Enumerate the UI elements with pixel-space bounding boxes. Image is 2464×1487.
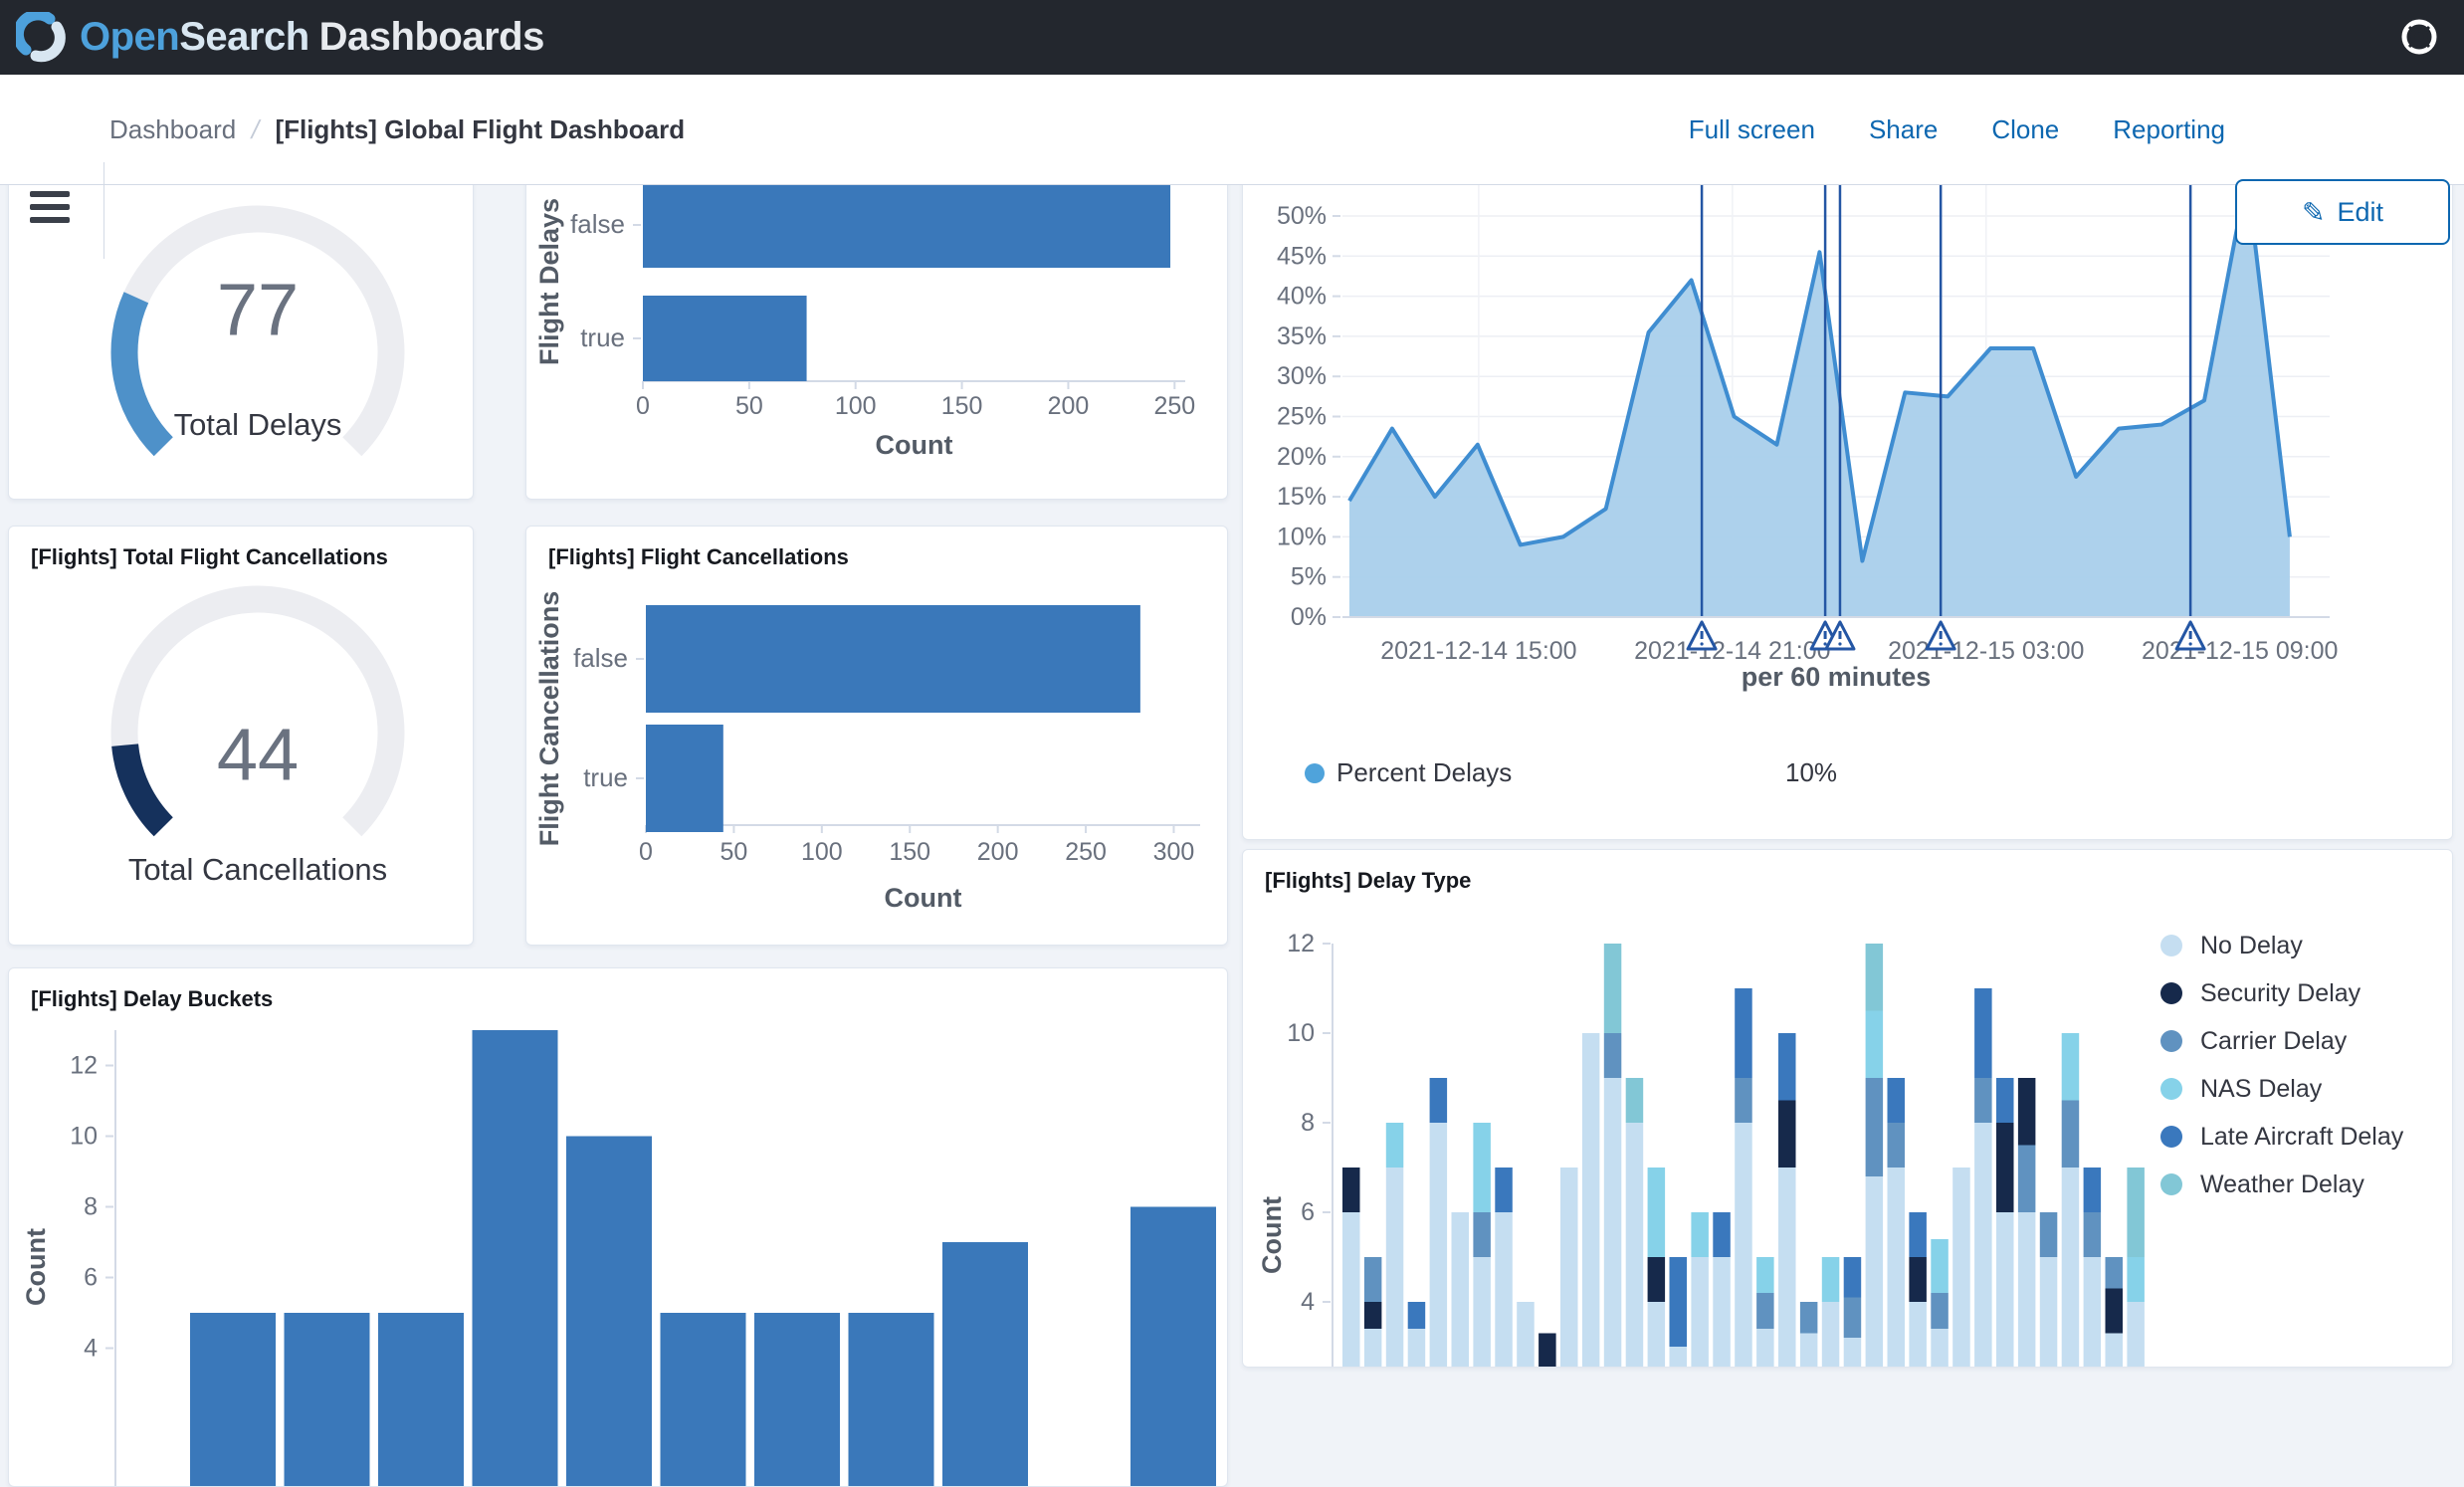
- percent-delays-legend: Percent Delays 10%: [1293, 755, 2387, 795]
- svg-text:20%: 20%: [1277, 443, 1327, 471]
- svg-text:4: 4: [84, 1335, 98, 1363]
- svg-text:4: 4: [1301, 1288, 1315, 1316]
- legend-item-weather-delay[interactable]: Weather Delay: [2160, 1161, 2403, 1208]
- help-icon[interactable]: [2396, 14, 2442, 60]
- opensearch-logo-icon: [16, 12, 68, 64]
- delay-buckets-chart[interactable]: 12 10 8 6 4 Count: [9, 968, 1227, 1487]
- app-header: OpenSearchDashboards: [0, 0, 2464, 75]
- percent-delays-legend-dot: [1305, 763, 1325, 783]
- edit-button-label: Edit: [2337, 197, 2383, 228]
- panel-delay-type: [Flights] Delay Type 1210864Count No Del…: [1242, 849, 2453, 1368]
- legend-dot-security-delay: [2160, 982, 2182, 1004]
- svg-text:100: 100: [835, 392, 877, 420]
- svg-text:false: false: [570, 209, 625, 239]
- svg-text:10%: 10%: [1277, 523, 1327, 550]
- svg-text:10: 10: [1287, 1019, 1315, 1047]
- menu-icon[interactable]: [30, 191, 70, 227]
- clone-button[interactable]: Clone: [1991, 114, 2059, 145]
- edit-button[interactable]: ✎ Edit: [2235, 179, 2450, 245]
- svg-text:150: 150: [941, 392, 983, 420]
- svg-text:per 60 minutes: per 60 minutes: [1742, 662, 1932, 692]
- svg-text:35%: 35%: [1277, 322, 1327, 350]
- svg-text:12: 12: [1287, 930, 1315, 957]
- nav-divider: [103, 162, 104, 259]
- opensearch-logo[interactable]: OpenSearchDashboards: [16, 12, 544, 64]
- page-title: [Flights] Global Flight Dashboard: [275, 114, 685, 145]
- svg-text:8: 8: [1301, 1109, 1315, 1137]
- svg-text:77: 77: [217, 269, 299, 351]
- panel-delay-buckets: [Flights] Delay Buckets 1210864Count: [8, 967, 1228, 1487]
- breadcrumb-dashboard-link[interactable]: Dashboard: [109, 114, 236, 145]
- svg-text:true: true: [583, 762, 628, 792]
- legend-dot-weather-delay: [2160, 1173, 2182, 1195]
- svg-text:Flight Delays: Flight Delays: [534, 198, 564, 365]
- svg-text:Count: Count: [21, 1228, 51, 1306]
- legend-dot-no-delay: [2160, 935, 2182, 956]
- dashboard-top-nav: Dashboard / [Flights] Global Flight Dash…: [0, 75, 2464, 185]
- legend-item-no-delay[interactable]: No Delay: [2160, 922, 2403, 969]
- svg-text:40%: 40%: [1277, 283, 1327, 311]
- svg-text:Total Delays: Total Delays: [174, 407, 342, 442]
- svg-text:2021-12-15 03:00: 2021-12-15 03:00: [1888, 637, 2084, 665]
- svg-text:5%: 5%: [1291, 563, 1327, 591]
- svg-text:false: false: [573, 643, 628, 673]
- svg-text:Count: Count: [1257, 1196, 1287, 1274]
- pencil-icon: ✎: [2302, 196, 2325, 229]
- svg-text:2021-12-14 21:00: 2021-12-14 21:00: [1634, 637, 1830, 665]
- svg-text:15%: 15%: [1277, 483, 1327, 511]
- flight-cancellations-chart[interactable]: 0 50 100 150 200 250 300 false true Count Flight C…: [526, 527, 1227, 946]
- share-button[interactable]: Share: [1869, 114, 1938, 145]
- svg-text:150: 150: [889, 838, 930, 866]
- legend-dot-late-aircraft-delay: [2160, 1126, 2182, 1148]
- svg-text:Total Cancellations: Total Cancellations: [128, 852, 387, 887]
- svg-text:0: 0: [639, 838, 653, 866]
- svg-text:Count: Count: [876, 430, 953, 460]
- logo-text: OpenSearchDashboards: [80, 15, 544, 60]
- svg-text:0%: 0%: [1291, 603, 1327, 631]
- svg-text:250: 250: [1153, 392, 1195, 420]
- legend-dot-carrier-delay: [2160, 1030, 2182, 1052]
- svg-text:true: true: [580, 322, 625, 352]
- percent-delays-legend-value: 10%: [1785, 757, 1837, 788]
- svg-text:2021-12-15 09:00: 2021-12-15 09:00: [2142, 637, 2338, 665]
- svg-text:30%: 30%: [1277, 362, 1327, 390]
- legend-dot-nas-delay: [2160, 1078, 2182, 1100]
- total-cancellations-gauge: 44 Total Cancellations: [9, 527, 473, 946]
- panel-flight-cancellations: [Flights] Flight Cancellations 050100150…: [525, 526, 1228, 946]
- reporting-button[interactable]: Reporting: [2113, 114, 2225, 145]
- legend-item-nas-delay[interactable]: NAS Delay: [2160, 1065, 2403, 1113]
- svg-text:6: 6: [84, 1264, 98, 1292]
- svg-text:44: 44: [217, 714, 299, 796]
- nav-actions: Full screen Share Clone Reporting: [1689, 75, 2225, 184]
- svg-text:2021-12-14 15:00: 2021-12-14 15:00: [1380, 637, 1576, 665]
- legend-item-late-aircraft-delay[interactable]: Late Aircraft Delay: [2160, 1113, 2403, 1161]
- svg-text:Count: Count: [885, 883, 962, 913]
- svg-text:100: 100: [801, 838, 843, 866]
- svg-text:12: 12: [70, 1052, 98, 1080]
- svg-text:45%: 45%: [1277, 242, 1327, 270]
- svg-text:200: 200: [1048, 392, 1090, 420]
- svg-text:50%: 50%: [1277, 202, 1327, 230]
- legend-item-carrier-delay[interactable]: Carrier Delay: [2160, 1017, 2403, 1065]
- svg-text:Flight Cancellations: Flight Cancellations: [534, 591, 564, 847]
- svg-text:200: 200: [977, 838, 1019, 866]
- full-screen-button[interactable]: Full screen: [1689, 114, 1815, 145]
- svg-text:8: 8: [84, 1193, 98, 1221]
- delay-type-legend: No Delay Security Delay Carrier Delay NA…: [2160, 922, 2403, 1208]
- svg-text:300: 300: [1153, 838, 1195, 866]
- legend-item-security-delay[interactable]: Security Delay: [2160, 969, 2403, 1017]
- svg-text:50: 50: [735, 392, 763, 420]
- panel-total-cancellations: [Flights] Total Flight Cancellations 44T…: [8, 526, 474, 946]
- svg-text:0: 0: [636, 392, 650, 420]
- svg-text:10: 10: [70, 1123, 98, 1151]
- svg-text:6: 6: [1301, 1198, 1315, 1226]
- svg-text:250: 250: [1065, 838, 1107, 866]
- svg-text:25%: 25%: [1277, 403, 1327, 431]
- svg-text:50: 50: [720, 838, 748, 866]
- breadcrumb-separator: /: [249, 114, 263, 145]
- breadcrumb: Dashboard / [Flights] Global Flight Dash…: [109, 75, 685, 184]
- percent-delays-legend-label[interactable]: Percent Delays: [1336, 757, 1512, 788]
